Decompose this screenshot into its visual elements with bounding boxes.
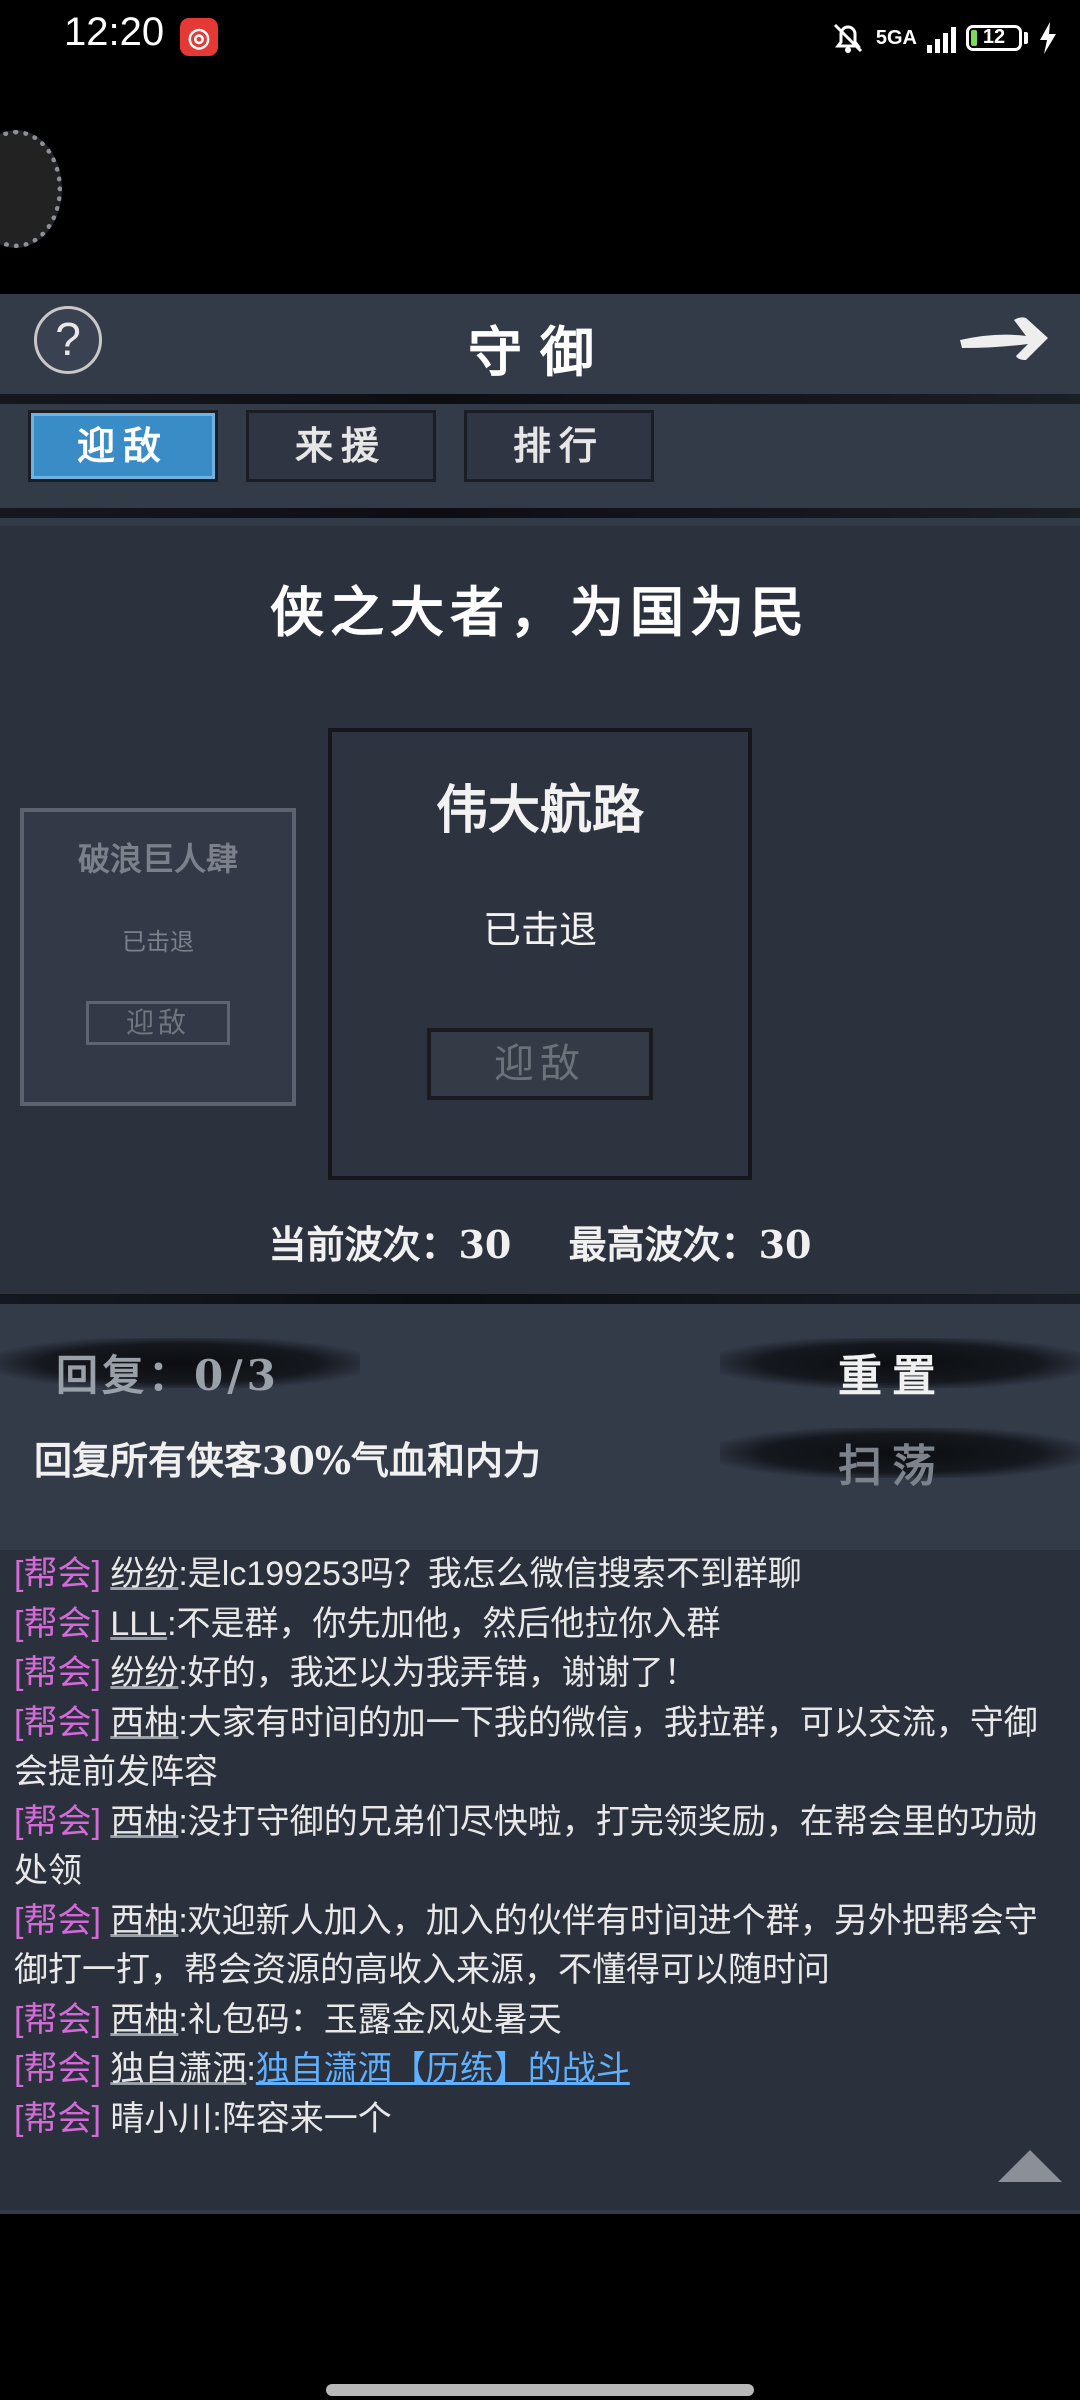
chat-channel: [帮会] [14,2099,101,2138]
chat-channel: [帮会] [14,1901,101,1940]
enemy-name: 破浪巨人肆 [77,841,238,877]
motto-text: 侠之大者，为国为民 [270,580,810,644]
page-title: 守御 [468,320,612,384]
face-enemy-button[interactable]: 迎敌 [427,1028,653,1100]
avatar[interactable] [0,130,62,248]
chat-channel: [帮会] [14,1802,101,1841]
chat-sender[interactable]: 西柚 [110,1704,178,1742]
chat-text: :阵容来一个 [212,2099,392,2138]
chat-text: :不是群，你先加他，然后他拉你入群 [167,1604,721,1643]
current-wave: 当前波次：30 [268,1222,512,1267]
chat-message: [帮会] 纷纷:是lc199253吗？我怎么微信搜索不到群聊 [14,1550,1064,1600]
network-type: 5GA [875,26,917,49]
chat-sender[interactable]: 纷纷 [110,1654,178,1692]
chat-sender[interactable]: 西柚 [110,1902,178,1940]
chat-channel: [帮会] [14,2000,101,2039]
battery-percent: 12 [982,26,1006,48]
reset-button[interactable]: 重置 [838,1340,946,1404]
chat-sender[interactable]: LLL [110,1605,167,1643]
status-icons: 5GA 12 [830,14,1058,62]
chat-message: [帮会] 晴小川:阵容来一个 [14,2095,1064,2145]
chat-message: [帮会] 西柚:礼包码：玉露金风处暑天 [14,1996,1064,2046]
chat-message: [帮会] 西柚:欢迎新人加入，加入的伙伴有时间进个群，另外把帮会守御打一打，帮会… [14,1897,1064,1996]
enemy-card-previous[interactable]: 破浪巨人肆 已击退 迎敌 [20,808,296,1106]
best-wave: 最高波次：30 [568,1222,812,1267]
tab-reinforce[interactable]: 来援 [246,410,436,482]
panel-header: ? 守御 [0,294,1080,394]
chat-message: [帮会] 西柚:没打守御的兄弟们尽快啦，打完领奖励，在帮会里的功勋处领 [14,1798,1064,1897]
enemy-name: 伟大航路 [435,782,644,840]
chat-text: : [246,2050,256,2088]
section-divider [0,1294,1080,1304]
chat-sender[interactable]: 晴小川 [110,2100,212,2138]
chat-channel: [帮会] [14,1654,101,1692]
chat-text: :礼包码：玉露金风处暑天 [178,2000,562,2039]
recovery-description: 回复所有侠客30%气血和内力 [34,1438,541,1483]
chat-sender[interactable]: 西柚 [110,1803,178,1841]
face-enemy-button-disabled[interactable]: 迎敌 [86,1001,230,1045]
chat-sender[interactable]: 纷纷 [110,1555,178,1593]
mute-bell-icon [833,23,862,53]
enemy-status: 已击退 [122,929,194,956]
wave-info: 当前波次：30 最高波次：30 [0,1214,1080,1269]
red-app-icon: ◎ [180,18,218,56]
battery-cap [1024,32,1028,44]
recovery-count: 回复：0/3 [56,1351,280,1400]
status-time: 12:20 [64,10,165,54]
battle-report-link[interactable]: 独自潇洒【历练】的战斗 [256,2050,630,2088]
expand-chat-icon[interactable] [998,2150,1062,2182]
chat-channel: [帮会] [14,2050,101,2088]
header-divider [0,394,1080,404]
enemy-status: 已击退 [482,910,597,952]
chat-message: [帮会] 纷纷:好的，我还以为我弄错，谢谢了！ [14,1649,1064,1699]
chat-channel: [帮会] [14,1604,101,1643]
status-bar: 12:20 ◎ 5GA 12 [0,0,1080,80]
chat-messages: [帮会] 纷纷:是lc199253吗？我怎么微信搜索不到群聊 [帮会] LLL:… [14,1550,1064,2144]
chat-sender[interactable]: 西柚 [110,2001,178,2039]
tab-ranking[interactable]: 排行 [464,410,654,482]
recovery-section: 回复：0/3 重置 回复所有侠客30%气血和内力 扫荡 [0,1310,1080,1550]
chat-sender[interactable]: 独自潇洒 [110,2050,246,2088]
chat-text: :是lc199253吗？我怎么微信搜索不到群聊 [178,1555,802,1593]
tab-face-enemy[interactable]: 迎敌 [28,410,218,482]
chat-message: [帮会] LLL:不是群，你先加他，然后他拉你入群 [14,1600,1064,1650]
sweep-button[interactable]: 扫荡 [838,1430,946,1494]
tabs-divider [0,508,1080,518]
home-indicator[interactable] [326,2384,754,2396]
battle-section: 侠之大者，为国为民 破浪巨人肆 已击退 迎敌 伟大航路 已击退 迎敌 当前波次：… [0,526,1080,1296]
chat-message: [帮会] 西柚:大家有时间的加一下我的微信，我拉群，可以交流，守御会提前发阵容 [14,1699,1064,1798]
enemy-card-current[interactable]: 伟大航路 已击退 迎敌 [328,728,752,1180]
signal-icon [927,23,956,53]
battery-icon: 12 [966,25,1022,51]
chat-message: [帮会] 独自潇洒:独自潇洒【历练】的战斗 [14,2045,1064,2095]
arrow-right-icon[interactable] [956,306,1052,370]
chat-channel: [帮会] [14,1703,101,1742]
chat-text: :好的，我还以为我弄错，谢谢了！ [178,1654,698,1692]
chat-channel: [帮会] [14,1555,101,1593]
charging-icon [1040,22,1056,54]
chat-panel[interactable]: [帮会] 纷纷:是lc199253吗？我怎么微信搜索不到群聊 [帮会] LLL:… [0,1550,1080,2210]
tab-bar: 迎敌 来援 排行 [28,410,654,482]
